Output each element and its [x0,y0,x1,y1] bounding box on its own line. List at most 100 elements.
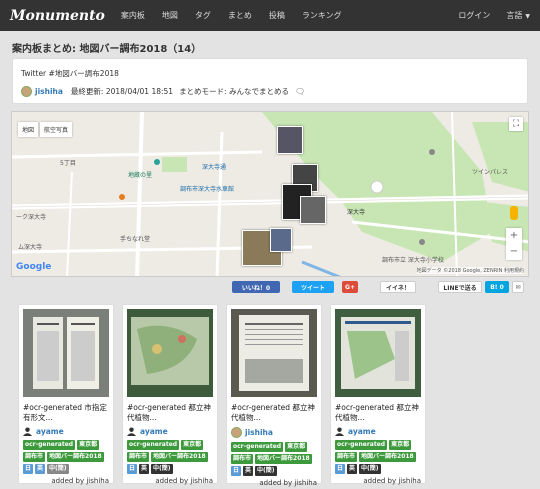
tag-ocr-generated[interactable]: ocr-generated [335,440,388,450]
tag-chizubar[interactable]: 地図バー調布2018 [47,452,104,462]
zoom-out-button[interactable]: − [506,244,522,260]
tag-ocr-generated[interactable]: ocr-generated [127,440,180,450]
tag-chizubar[interactable]: 地図バー調布2018 [255,454,312,464]
map-label: 手ちなれ堂 [120,236,151,243]
map-label: 調布市深大寺水車館 [180,186,235,193]
tag-chofu[interactable]: 調布市 [231,454,254,464]
guideboard-thumbnail[interactable] [127,309,213,397]
map-label: ツインパレス [472,169,509,176]
guideboard-thumbnail[interactable] [231,309,317,397]
lang-badge-ja: 日 [335,464,346,474]
guideboard-thumbnail[interactable] [335,309,421,397]
avatar[interactable] [21,86,32,97]
gplus-button[interactable]: G+ [342,281,358,293]
tag-chizubar[interactable]: 地図バー調布2018 [151,452,208,462]
lang-badge-en: 英 [139,464,150,474]
page-title: 案内板まとめ: 地図バー調布2018（14） [12,44,202,55]
lang-badge-ja: 日 [231,466,242,476]
map-label: 5丁目 [60,160,76,167]
guideboard-thumbnail[interactable] [23,309,109,397]
added-by: added by jishiha [363,477,421,485]
nav-item-post[interactable]: 投稿 [269,10,285,21]
language-dropdown[interactable]: 言語 ▼ [506,10,530,21]
tag-list: ocr-generated 東京都 調布市 地図バー調布2018 日 英 中(簡… [335,440,421,476]
tweet-button[interactable]: ツイート [292,281,334,293]
guideboard-author[interactable]: ayame [23,427,109,436]
guideboard-author[interactable]: jishiha [231,427,317,438]
nav-item-tags[interactable]: タグ [195,10,211,21]
tag-tokyo[interactable]: 東京都 [389,440,412,450]
login-link[interactable]: ログイン [458,10,490,21]
summary-mode: まとめモード: みんなでまとめる [179,87,289,96]
caret-down-icon: ▼ [525,13,530,20]
tag-chofu[interactable]: 調布市 [23,452,46,462]
author-name: ayame [140,427,168,436]
hatena-bookmark-button[interactable]: B! 0 [485,281,509,293]
fullscreen-icon[interactable]: ⛶ [509,117,523,131]
tag-chizubar[interactable]: 地図バー調布2018 [359,452,416,462]
user-icon [335,427,344,436]
guideboard-caption[interactable]: #ocr-generated 市指定有形文... [23,403,109,423]
facebook-like-button[interactable]: いいね！0 [232,281,280,293]
zoom-control: + − [506,228,522,260]
zoom-in-button[interactable]: + [506,228,522,244]
lang-badge-zh: 中(簡) [359,464,381,474]
lang-badge-en: 英 [243,466,254,476]
tag-list: ocr-generated 東京都 調布市 地図バー調布2018 日 英 中(簡… [127,440,213,476]
tag-chofu[interactable]: 調布市 [335,452,358,462]
map-label: ム深大寺 [18,244,43,251]
satellite-type-button[interactable]: 航空写真 [40,122,73,137]
nav-item-ranking[interactable]: ランキング [302,10,342,21]
map-label: 調布市立 深大寺小学校 [382,257,444,264]
guideboard-card[interactable]: #ocr-generated 市指定有形文... ayame ocr-gener… [18,304,114,485]
lang-badge-zh: 中(簡) [255,466,277,476]
guideboard-author[interactable]: ayame [335,427,421,436]
tag-list: ocr-generated 東京都 調布市 地図バー調布2018 日 英 中(簡… [231,442,317,478]
lang-badge-ja: 日 [127,464,138,474]
tag-tokyo[interactable]: 東京都 [181,440,204,450]
guideboard-caption[interactable]: #ocr-generated 都立神代植物... [127,403,213,423]
guideboard-caption[interactable]: #ocr-generated 都立神代植物... [335,403,421,423]
map-credit[interactable]: 地図データ ©2018 Google, ZENRIN 利用規約 [416,267,524,274]
tag-chofu[interactable]: 調布市 [127,452,150,462]
mail-icon[interactable]: ✉ [512,281,524,293]
avatar [231,427,242,438]
iine-button[interactable]: イイネ！ [380,281,416,293]
top-navbar: Monumento 案内板 地図 タグ まとめ 投稿 ランキング ログイン 言語… [0,0,540,31]
map-photo-marker[interactable] [300,196,326,224]
map-photo-marker[interactable] [270,228,292,252]
map-label: 深大寺 [347,209,366,216]
guideboard-author[interactable]: ayame [127,427,213,436]
author-name: ayame [36,427,64,436]
map-label: 深大寺通 [202,164,227,171]
tag-list: ocr-generated 東京都 調布市 地図バー調布2018 日 英 中(簡… [23,440,109,476]
tag-tokyo[interactable]: 東京都 [77,440,100,450]
guideboard-card[interactable]: #ocr-generated 都立神代植物... ayame ocr-gener… [330,304,426,485]
nav-item-guideboards[interactable]: 案内板 [121,10,145,21]
summary-meta: jishiha 最終更新: 2018/04/01 18:51 まとめモード: み… [21,86,519,97]
map-photo-marker[interactable] [277,126,303,154]
map-view[interactable]: 地図 航空写真 ⛶ 深大寺通 地蔵の里 調布市深大寺水車館 深大寺 5丁目 調布… [11,111,529,277]
google-logo: Google [16,262,52,272]
nav-item-summaries[interactable]: まとめ [228,10,252,21]
tag-tokyo[interactable]: 東京都 [285,442,308,452]
line-share-button[interactable]: LINEで送る [438,281,482,293]
user-icon [127,427,136,436]
guideboard-card[interactable]: #ocr-generated 都立神代植物... jishiha ocr-gen… [226,304,322,487]
guideboard-card[interactable]: #ocr-generated 都立神代植物... ayame ocr-gener… [122,304,218,485]
map-type-button[interactable]: 地図 [18,122,39,137]
map-label: ーク深大寺 [16,214,47,221]
summary-tag-line: Twitter #地図バー調布2018 [21,69,119,78]
summary-username[interactable]: jishiha [35,87,63,96]
user-icon [23,427,32,436]
street-view-pegman-icon[interactable] [510,206,518,220]
lang-badge-zh: 中(簡) [151,464,173,474]
nav-item-map[interactable]: 地図 [162,10,178,21]
tag-ocr-generated[interactable]: ocr-generated [231,442,284,452]
comment-icon[interactable]: 🗨 [295,87,305,96]
tag-ocr-generated[interactable]: ocr-generated [23,440,76,450]
site-logo[interactable]: Monumento [10,8,105,24]
guideboard-caption[interactable]: #ocr-generated 都立神代植物... [231,403,317,423]
last-updated: 最終更新: 2018/04/01 18:51 [70,87,174,96]
added-by: added by jishiha [259,479,317,487]
